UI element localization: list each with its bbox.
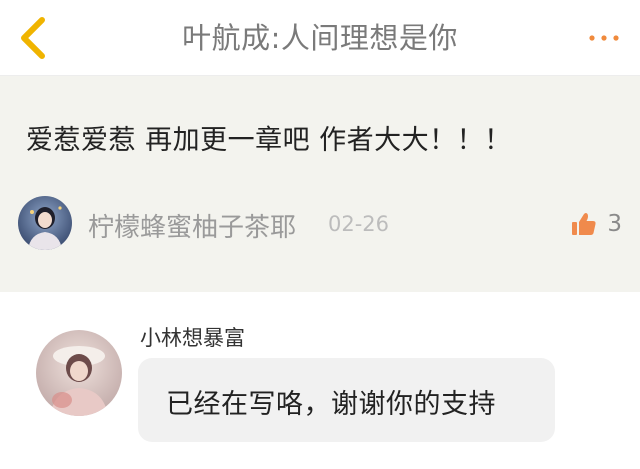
comment-text: 爱惹爱惹 再加更一章吧 作者大大！！！ — [26, 125, 512, 156]
reply-bubble: 已经在写咯，谢谢你的支持 — [138, 358, 555, 442]
page-title: 叶航成:人间理想是你 — [182, 21, 458, 55]
comment-detail-page: 叶航成:人间理想是你 爱惹爱惹 再加更一章吧 作者大大！！！ 柠檬蜂蜜柚子茶耶 … — [0, 0, 640, 469]
reply-author-name[interactable]: 小林想暴富 — [140, 322, 245, 352]
author-name[interactable]: 柠檬蜂蜜柚子茶耶 — [88, 207, 296, 244]
reply-item: 小林想暴富 已经在写咯，谢谢你的支持 — [0, 292, 640, 469]
like-count: 3 — [607, 211, 622, 237]
back-button[interactable] — [14, 14, 54, 62]
reply-avatar-image — [36, 330, 122, 416]
more-button[interactable] — [586, 28, 622, 48]
reply-text: 已经在写咯，谢谢你的支持 — [166, 389, 496, 420]
reply-avatar[interactable] — [36, 330, 122, 416]
more-dots-icon — [589, 35, 619, 41]
user-avatar-image — [18, 196, 72, 250]
like-button[interactable]: 3 — [571, 208, 622, 240]
comment-date: 02-26 — [328, 212, 390, 236]
comment-card: 爱惹爱惹 再加更一章吧 作者大大！！！ 柠檬蜂蜜柚子茶耶 02-26 3 — [0, 76, 640, 292]
comment-meta: 柠檬蜂蜜柚子茶耶 02-26 3 — [18, 196, 622, 252]
top-nav-bar: 叶航成:人间理想是你 — [0, 0, 640, 76]
chevron-left-icon — [21, 17, 45, 59]
thumbs-up-icon — [572, 213, 596, 235]
avatar[interactable] — [18, 196, 72, 250]
